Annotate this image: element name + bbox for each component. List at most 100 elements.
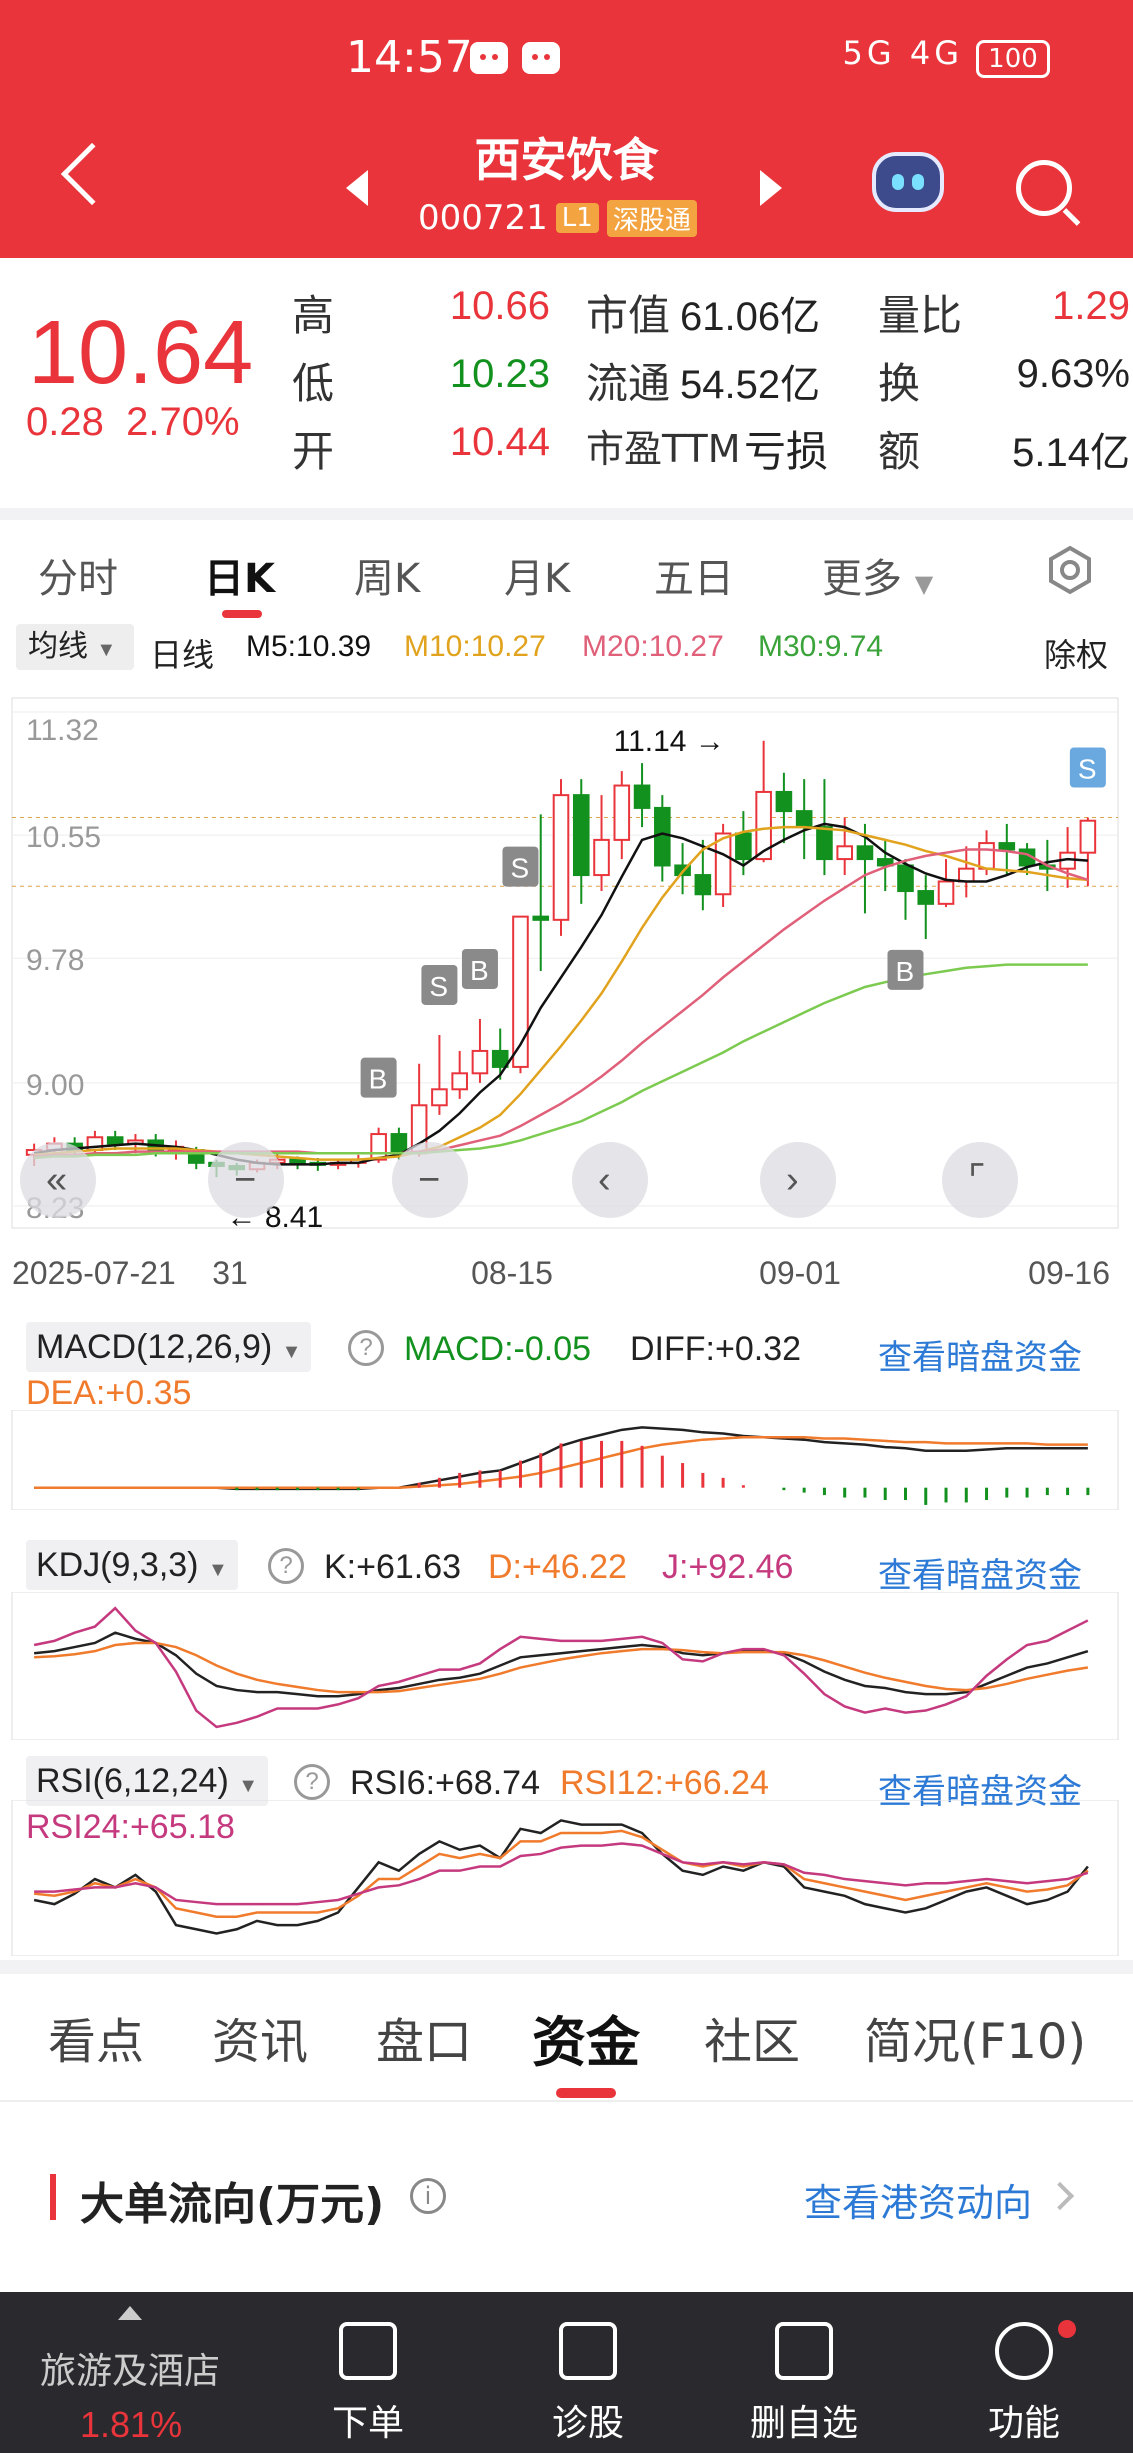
chart-nav-icon: › [786, 1159, 799, 1201]
candle [390, 1133, 408, 1155]
candle [106, 1136, 124, 1145]
search-icon[interactable] [1016, 160, 1072, 216]
info-icon[interactable]: i [410, 2178, 446, 2214]
ai-assistant-icon[interactable] [872, 152, 944, 212]
price-change: 0.28 2.70% [26, 400, 240, 445]
open-value: 10.44 [449, 420, 550, 464]
diagnose-label: 诊股 [551, 2403, 624, 2444]
tab-profile[interactable]: 简况(F10) [864, 2002, 1086, 2072]
active-tab-indicator [222, 610, 262, 618]
change-percent: 2.70% [126, 400, 240, 444]
x-tick-label: 2025-07-21 [12, 1255, 176, 1291]
x-tick-label: 31 [212, 1255, 248, 1291]
indicator-frame [11, 1410, 1119, 1510]
chevron-down-icon: ▼ [96, 639, 117, 661]
hk-flow-link[interactable]: 查看港资动向 [804, 2172, 1032, 2227]
high-value: 10.66 [449, 284, 550, 328]
candle [694, 874, 712, 896]
candle [836, 845, 853, 861]
amount-value: 5.14亿 [1012, 431, 1130, 475]
chevron-right-icon [1045, 2181, 1075, 2211]
chevron-down-icon: ▼ [238, 1775, 259, 1797]
dark-pool-link[interactable]: 查看暗盘资金 [878, 1330, 1082, 1379]
ma5-value: M5:10.39 [246, 630, 372, 663]
function-button[interactable]: 功能 [954, 2322, 1094, 2446]
pe-value: 亏损 [744, 428, 829, 475]
menu-icon [995, 2322, 1053, 2380]
tab-intraday[interactable]: 分时 [38, 546, 118, 604]
tab-more[interactable]: 更多 ▼ [822, 546, 933, 604]
pe-label: 市盈TTM [586, 427, 741, 471]
candle [593, 838, 610, 877]
kline-chart[interactable]: 11.3210.559.789.008.2311.14 →← 8.41BSBSB… [0, 676, 1133, 1296]
tab-daily-k[interactable]: 日K [204, 546, 275, 604]
sector-change: 1.81% [80, 2404, 183, 2445]
indicator-frame [11, 1592, 1119, 1740]
diagnose-button[interactable]: 诊股 [518, 2322, 658, 2446]
mcap-label: 市值 [586, 291, 671, 340]
candle [998, 842, 1016, 851]
tab-monthly-k[interactable]: 月K [504, 546, 570, 604]
remove-icon [775, 2322, 833, 2380]
dark-pool-link[interactable]: 查看暗盘资金 [878, 1548, 1082, 1597]
candle [816, 826, 833, 861]
diagnose-icon [559, 2322, 617, 2380]
ma-period-type: 日线 [150, 637, 215, 673]
remove-watchlist-button[interactable]: 删自选 [734, 2322, 874, 2446]
diff-value: DIFF:+0.32 [630, 1330, 802, 1368]
chevron-down-icon: ▼ [207, 1559, 228, 1581]
candle [795, 810, 813, 829]
candle [572, 794, 590, 877]
volume-ratio-value: 1.29 [1052, 284, 1130, 328]
period-tabs: 分时 日K 周K 月K 五日 更多 ▼ [0, 520, 1133, 620]
sector-name[interactable]: 旅游及酒店 [40, 2342, 220, 2394]
stock-code-row: 000721 L1 深股通 [418, 198, 697, 238]
change-value: 0.28 [26, 400, 104, 444]
macd-value: MACD:-0.05 [404, 1330, 592, 1368]
rsi6-value: RSI6:+68.74 [350, 1764, 540, 1802]
tab-community[interactable]: 社区 [704, 2002, 800, 2072]
battery-icon: 100 [976, 40, 1050, 78]
rsi-title: RSI(6,12,24) [36, 1762, 229, 1800]
adjust-toggle[interactable]: 除权 [1044, 630, 1108, 676]
candle [633, 784, 651, 809]
low-label: 低 [292, 359, 335, 408]
candle [532, 915, 550, 921]
expand-up-icon[interactable] [118, 2306, 142, 2320]
kdj-select[interactable]: KDJ(9,3,3) ▼ [26, 1540, 238, 1590]
candle [552, 794, 570, 921]
big-order-flow-section: 大单流向(万元) i 查看港资动向 [0, 2102, 1133, 2292]
order-icon [339, 2322, 397, 2380]
ma-type-select[interactable]: 均线 ▼ [16, 624, 134, 670]
dea-value: DEA:+0.35 [26, 1374, 192, 1412]
macd-select[interactable]: MACD(12,26,9) ▼ [26, 1322, 312, 1372]
help-icon[interactable]: ? [348, 1330, 384, 1366]
ma-select-label: 均线 [28, 630, 88, 663]
settings-icon[interactable] [1044, 544, 1096, 596]
section-tabs: 看点 资讯 盘口 资金 社区 简况(F10) [0, 1974, 1133, 2102]
remove-label: 删自选 [749, 2403, 858, 2444]
candle [714, 832, 732, 896]
help-icon[interactable]: ? [294, 1764, 330, 1800]
status-time: 14:57 [346, 32, 473, 83]
order-button[interactable]: 下单 [298, 2322, 438, 2446]
app-header: 14:57 5G 4G 100 西安饮食 000721 L1 深股通 [0, 0, 1133, 258]
chevron-down-icon: ▼ [281, 1341, 302, 1363]
active-tab-indicator [556, 2088, 616, 2098]
ma20-value: M20:10.27 [582, 630, 724, 663]
tab-news[interactable]: 资讯 [212, 2002, 308, 2072]
rsi-select[interactable]: RSI(6,12,24) ▼ [26, 1756, 269, 1806]
candle [613, 784, 631, 841]
tab-highlights[interactable]: 看点 [48, 2002, 144, 2072]
notification-dot [1058, 2320, 1076, 2338]
tab-five-day[interactable]: 五日 [654, 546, 734, 604]
j-line [33, 1606, 1089, 1729]
kdj-chart [11, 1592, 1119, 1740]
rsi12-value: RSI12:+66.24 [560, 1764, 769, 1802]
tab-weekly-k[interactable]: 周K [354, 546, 420, 604]
high-annotation: 11.14 → [614, 725, 725, 758]
tab-funds[interactable]: 资金 [532, 1998, 640, 2077]
tab-orderbook[interactable]: 盘口 [376, 2002, 472, 2072]
y-tick-label: 11.32 [26, 714, 99, 747]
help-icon[interactable]: ? [268, 1548, 304, 1584]
